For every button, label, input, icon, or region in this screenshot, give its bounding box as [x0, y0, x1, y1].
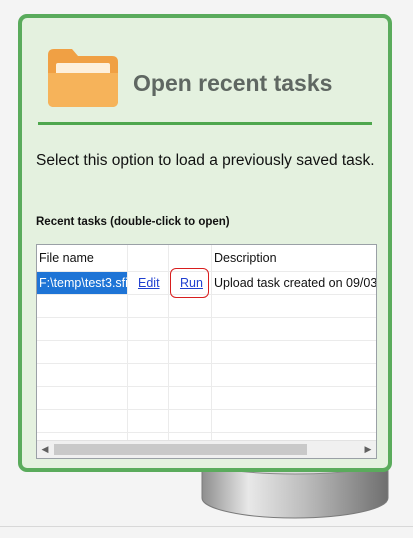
- open-recent-tasks-panel[interactable]: Open recent tasks Select this option to …: [18, 14, 392, 472]
- scrollbar-thumb[interactable]: [54, 444, 307, 455]
- recent-tasks-list[interactable]: File name Description F:\temp\test3.sfi …: [36, 244, 377, 459]
- horizontal-scrollbar[interactable]: ◀ ▶: [37, 440, 376, 458]
- column-header-description[interactable]: Description: [214, 251, 277, 265]
- column-divider: [168, 245, 169, 440]
- panel-title: Open recent tasks: [133, 70, 333, 96]
- column-header-file-name[interactable]: File name: [39, 251, 94, 265]
- row-divider: [37, 409, 376, 410]
- scroll-left-icon[interactable]: ◀: [37, 441, 53, 458]
- panel-description: Select this option to load a previously …: [36, 152, 375, 169]
- recent-tasks-grid: File name Description F:\temp\test3.sfi …: [37, 245, 376, 440]
- run-link[interactable]: Run: [180, 276, 203, 290]
- scroll-right-icon[interactable]: ▶: [360, 441, 376, 458]
- column-divider: [211, 245, 212, 440]
- file-name-cell[interactable]: F:\temp\test3.sfi: [37, 272, 127, 294]
- recent-tasks-label: Recent tasks (double-click to open): [36, 216, 230, 228]
- folder-icon: [48, 49, 118, 107]
- edit-link[interactable]: Edit: [138, 276, 160, 290]
- row-divider: [37, 432, 376, 433]
- app-window: Open recent tasks Select this option to …: [0, 0, 413, 538]
- column-divider: [127, 245, 128, 440]
- status-divider: [0, 526, 413, 527]
- row-divider: [37, 363, 376, 364]
- description-cell: Upload task created on 09/03/2: [214, 276, 376, 290]
- row-divider: [37, 317, 376, 318]
- row-divider: [37, 386, 376, 387]
- title-divider: [38, 122, 372, 125]
- row-divider: [37, 340, 376, 341]
